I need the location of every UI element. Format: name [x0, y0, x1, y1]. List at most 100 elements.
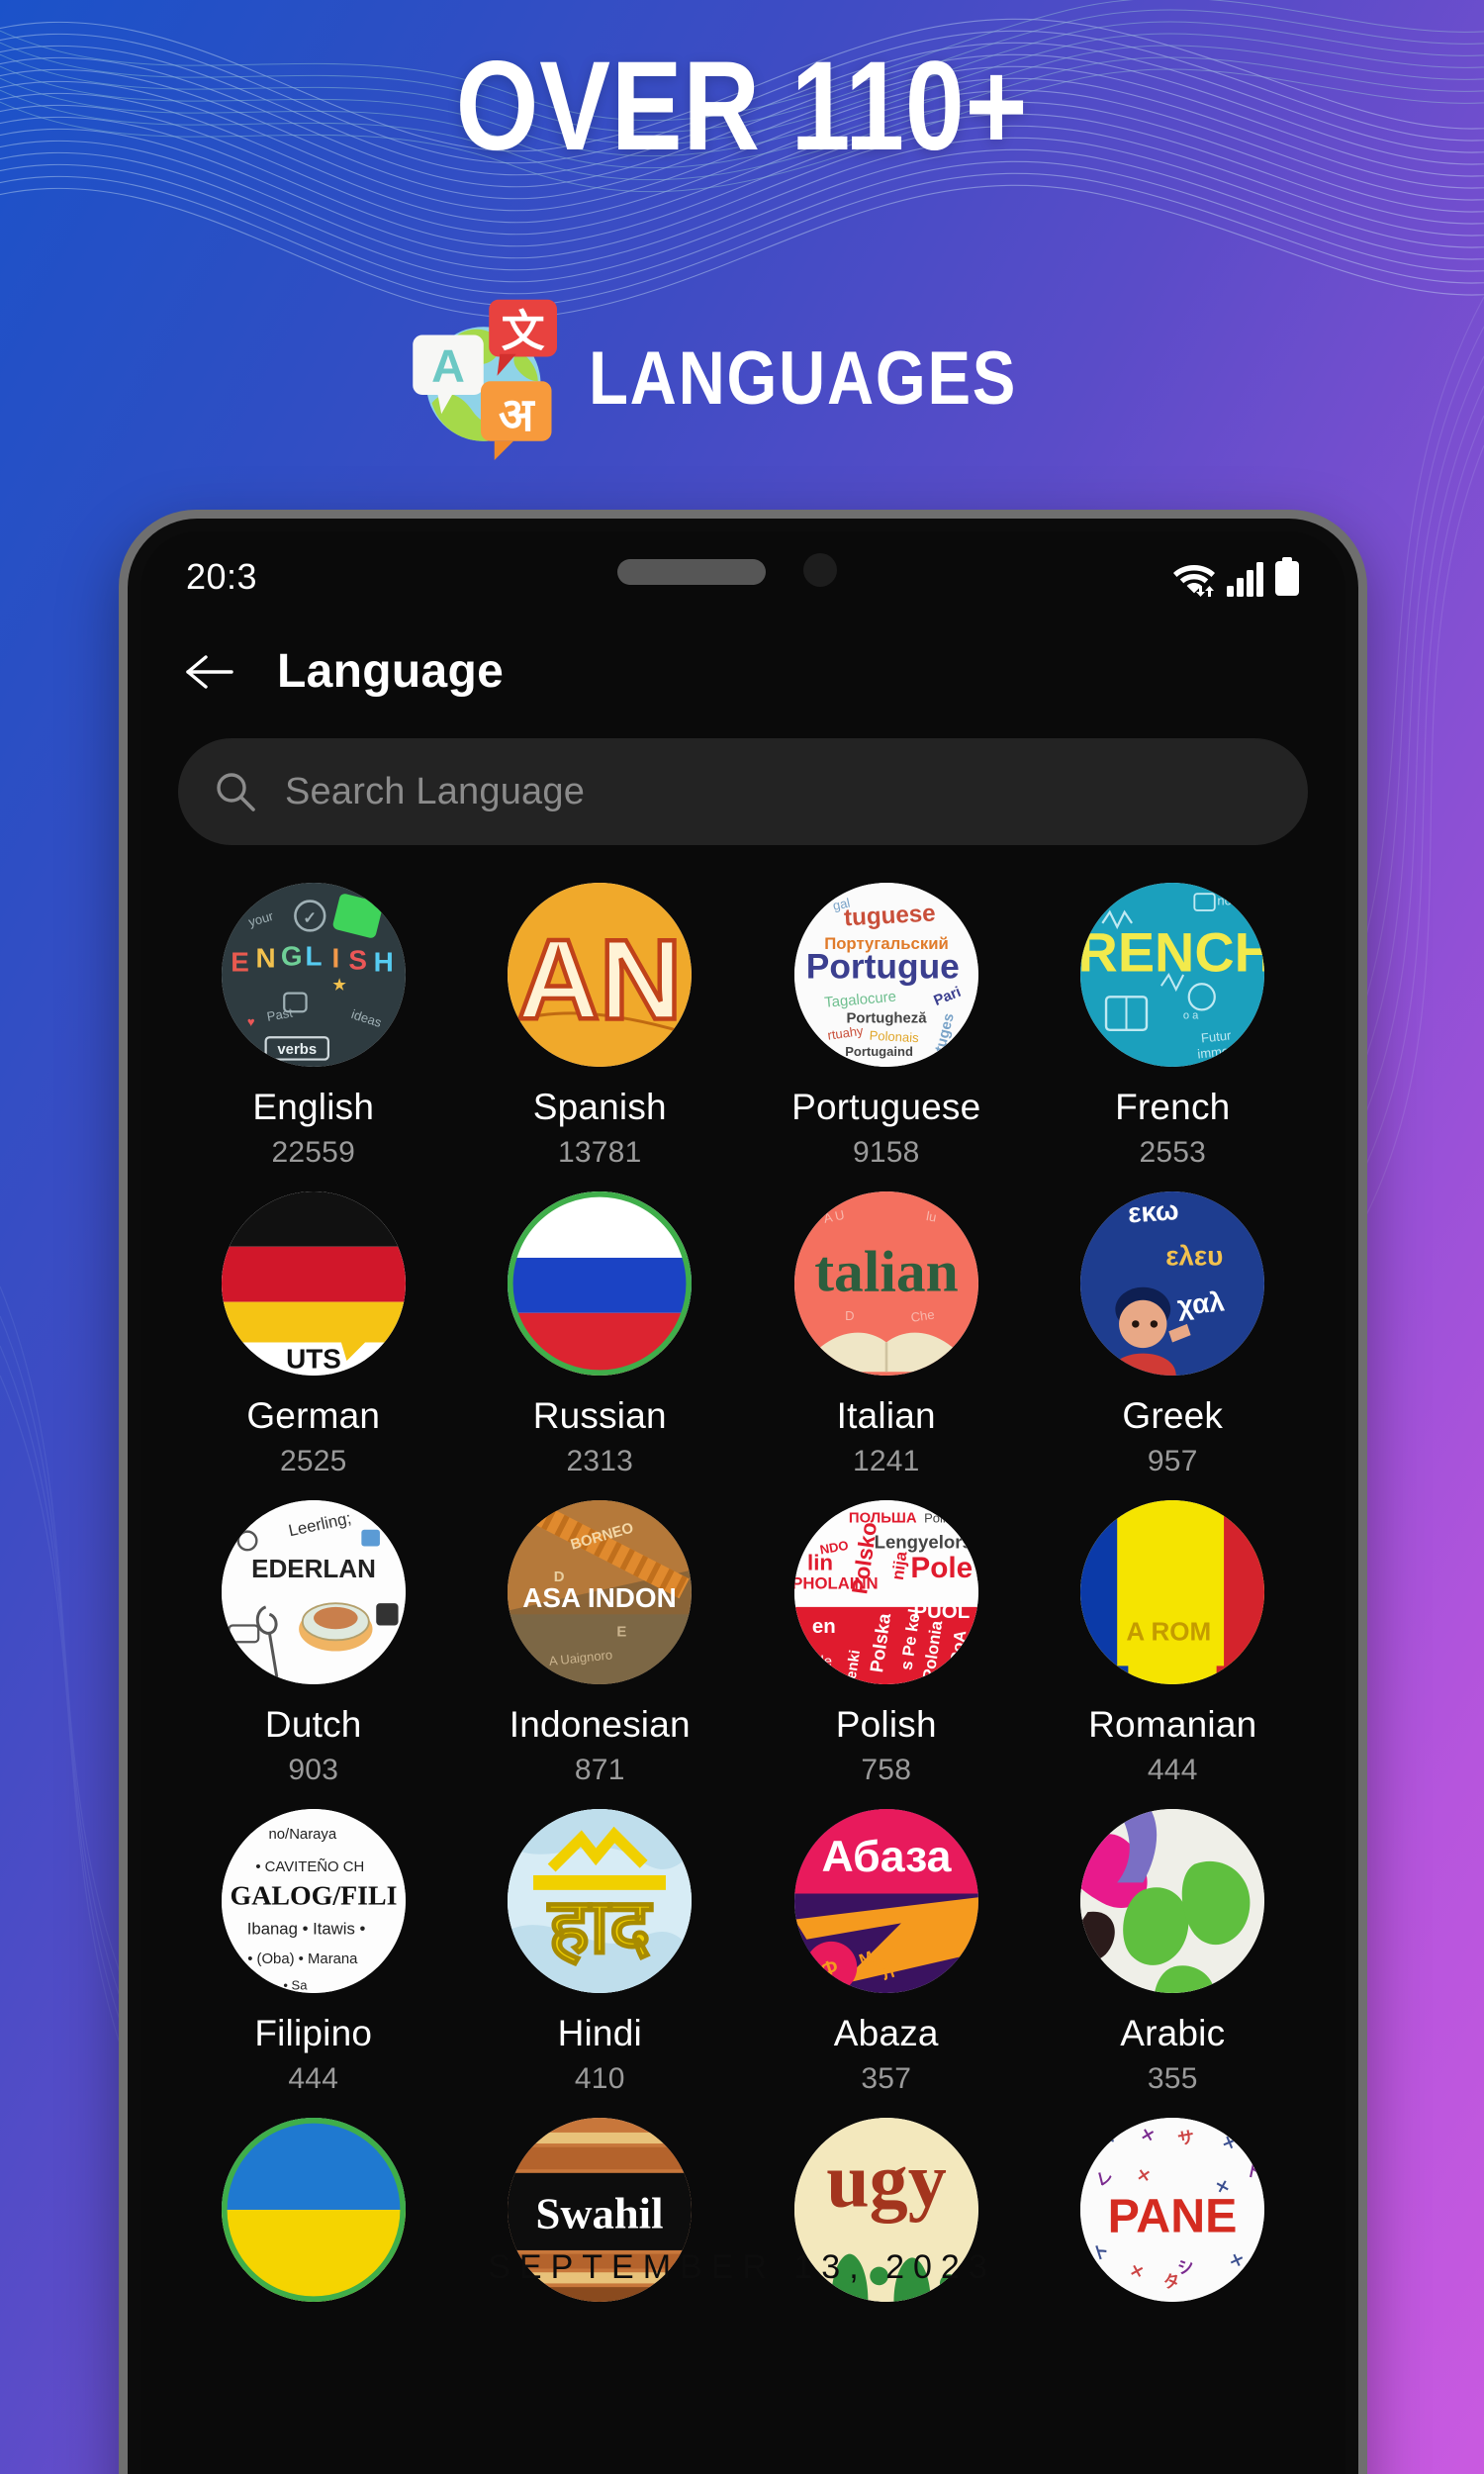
page-title: Language	[277, 645, 505, 698]
svg-text:PUOL: PUOL	[913, 1600, 970, 1623]
language-name: Polish	[835, 1704, 937, 1745]
language-item[interactable]: no/Naraya • CAVITEÑO CH GALOG/FILI Ibanag •…	[170, 1809, 457, 2096]
svg-text:G: G	[281, 941, 303, 972]
language-name: Abaza	[833, 2013, 939, 2053]
battery-full-icon	[1275, 557, 1299, 596]
svg-text:AN: AN	[517, 917, 683, 1044]
language-name: Dutch	[264, 1704, 362, 1745]
svg-text:D: D	[554, 1570, 565, 1585]
spanish-an-thumb: AN	[508, 883, 693, 1067]
language-name: Romanian	[1088, 1704, 1257, 1745]
language-count: 410	[574, 2062, 625, 2095]
svg-text:• (Oba) • Marana: • (Oba) • Marana	[247, 1951, 358, 1967]
arabic-pattern-thumb	[1080, 1809, 1265, 1993]
svg-text:ugy: ugy	[826, 2137, 947, 2223]
language-count: 357	[861, 2062, 912, 2095]
svg-text:UTS: UTS	[286, 1344, 341, 1375]
svg-text:o a: o a	[1183, 1010, 1199, 1022]
language-item[interactable]: AN Spanish 13781	[457, 883, 744, 1170]
language-item[interactable]: εκω ελευ χαλ Greek 957	[1030, 1191, 1317, 1478]
language-item[interactable]: Arabic 355	[1030, 1809, 1317, 2096]
svg-text:nija: nija	[887, 1550, 910, 1581]
language-count: 957	[1147, 1445, 1198, 1477]
svg-text:PoA: PoA	[947, 1629, 970, 1665]
svg-text:हाद: हाद	[547, 1881, 654, 1971]
svg-text:• CAVITEÑO CH: • CAVITEÑO CH	[255, 1858, 364, 1875]
svg-text:χαλ: χαλ	[1176, 1285, 1227, 1321]
back-arrow-icon[interactable]	[184, 647, 233, 697]
status-bar: 20:3	[140, 531, 1345, 622]
svg-text:Pole: Pole	[910, 1552, 973, 1584]
promo-subline-block: A 文 अ LANGUAGES	[0, 297, 1484, 460]
svg-text:ド: ド	[1245, 2160, 1264, 2182]
italian-pane-thumb: PANE ⨯ ⨯ サ ⨯ レ ⨯ ⨯ ドト ⨯ シ ⨯ タ	[1080, 2118, 1265, 2302]
svg-text:nous: nous	[1218, 893, 1247, 907]
dutch-nederland-thumb: Leerling; EDERLAN	[221, 1500, 406, 1684]
language-item[interactable]: ugy	[743, 2118, 1030, 2330]
language-count: 22559	[271, 1136, 355, 1169]
abaza-thumb: Абаза Ф М Л	[793, 1809, 978, 1993]
language-item[interactable]: UTS German 2525	[170, 1191, 457, 1478]
wifi-updown-icon	[1173, 565, 1215, 597]
filipino-tagalog-thumb: no/Naraya • CAVITEÑO CH GALOG/FILI Ibanag •…	[221, 1809, 406, 1993]
svg-text:अ: अ	[499, 389, 536, 442]
language-count: 871	[574, 1754, 625, 1786]
language-name: Spanish	[532, 1087, 667, 1127]
search-input[interactable]: Search Language	[178, 738, 1308, 845]
search-placeholder: Search Language	[285, 770, 586, 812]
svg-text:lin: lin	[807, 1551, 833, 1575]
language-item[interactable]: Russian 2313	[457, 1191, 744, 1478]
svg-text:A ROM: A ROM	[1127, 1616, 1212, 1646]
english-wordart-thumb: E N G L I S H ✓ verbs ★ ♥ your ideas Past	[221, 883, 406, 1067]
hungarian-thumb: ugy	[793, 2118, 978, 2302]
language-item[interactable]: E N G L I S H ✓ verbs ★ ♥ your ideas Past English 22559	[170, 883, 457, 1170]
language-item[interactable]: BORNEO ASA INDON D E A Uaignoro Indonesian 871	[457, 1500, 744, 1787]
swahili-thumb: Swahil	[508, 2118, 693, 2302]
svg-text:en: en	[812, 1615, 836, 1638]
svg-text:N: N	[255, 943, 275, 974]
language-item[interactable]: tuguese Португальский Portugue gal Tagalocur…	[743, 883, 1030, 1170]
phone-screen: 20:3 Language Search Language E N G L I …	[140, 531, 1345, 2474]
svg-text:サ: サ	[1176, 2128, 1196, 2149]
svg-text:Polish: Polish	[924, 1510, 959, 1525]
language-item[interactable]: ПОЛЬША Polish Lengyelors NDO lin Polsko nija Po…	[743, 1500, 1030, 1787]
language-name: Indonesian	[509, 1704, 691, 1745]
svg-text:Lengyelors: Lengyelors	[874, 1531, 972, 1552]
language-item[interactable]: Swahil	[457, 2118, 744, 2330]
language-item[interactable]: RENCH nous o a Futur immediat French 2553	[1030, 883, 1317, 1170]
svg-text:E: E	[617, 1625, 627, 1641]
language-item[interactable]: हाद Hindi 410	[457, 1809, 744, 2096]
promo-subline: LANGUAGES	[589, 335, 1018, 421]
svg-text:S: S	[348, 944, 367, 975]
svg-text:no/Naraya: no/Naraya	[268, 1827, 336, 1843]
svg-text:ελευ: ελευ	[1165, 1240, 1223, 1271]
russian-flag-thumb	[508, 1191, 693, 1376]
polish-wordcloud-thumb: ПОЛЬША Polish Lengyelors NDO lin Polsko nija Po…	[793, 1500, 978, 1684]
language-name: Arabic	[1120, 2013, 1226, 2053]
language-item[interactable]: PANE ⨯ ⨯ サ ⨯ レ ⨯ ⨯ ドト ⨯ シ ⨯ タ	[1030, 2118, 1317, 2330]
svg-text:de: de	[815, 1654, 832, 1669]
german-flag-thumb: UTS	[221, 1191, 406, 1376]
svg-text:E: E	[231, 946, 249, 977]
language-item[interactable]: Абаза Ф М Л Abaza 357	[743, 1809, 1030, 2096]
language-item[interactable]: talian A Ulu D Che Italian 1241	[743, 1191, 1030, 1478]
language-item[interactable]: A ROM Romanian 444	[1030, 1500, 1317, 1787]
language-item[interactable]	[170, 2118, 457, 2330]
svg-text:tuguese: tuguese	[843, 901, 936, 932]
svg-text:H: H	[373, 946, 393, 977]
status-icons	[1171, 557, 1300, 597]
svg-text:RENCH: RENCH	[1080, 920, 1264, 983]
language-count: 903	[288, 1754, 339, 1786]
language-name: French	[1115, 1087, 1231, 1127]
svg-text:♥: ♥	[247, 1014, 255, 1029]
svg-text:文: 文	[502, 307, 545, 357]
status-time: 20:3	[186, 556, 258, 597]
svg-text:verbs: verbs	[277, 1042, 317, 1058]
svg-text:★: ★	[332, 978, 346, 994]
translate-globe-icon: A 文 अ	[413, 299, 558, 460]
cellular-signal-icon	[1227, 562, 1263, 597]
ukrainian-flag-thumb	[221, 2118, 406, 2302]
svg-text:GALOG/FILI: GALOG/FILI	[230, 1881, 397, 1912]
svg-text:タ: タ	[1162, 2271, 1181, 2292]
language-item[interactable]: Leerling; EDERLAN Dutch 903	[170, 1500, 457, 1787]
